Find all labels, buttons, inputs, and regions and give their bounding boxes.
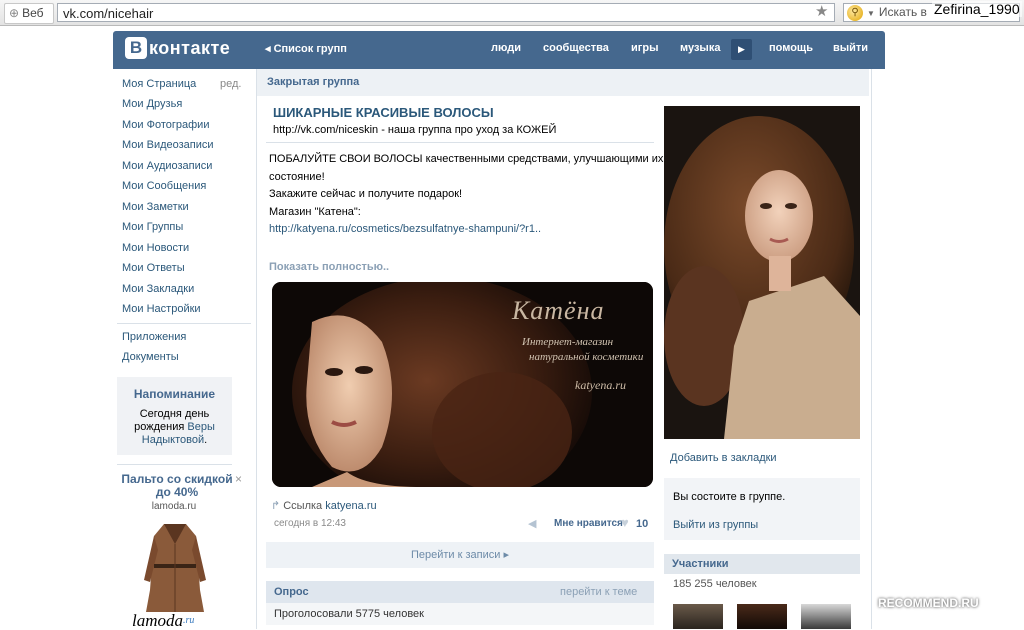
reminder-box: Напоминание Сегодня день рождения Веры Н… [117,377,232,455]
ad-brand-logo[interactable]: lamoda.ru [132,612,222,629]
chevron-right-icon: ▸ [503,549,509,561]
logo-mark: В [125,37,147,59]
participants-title[interactable]: Участники [672,558,729,570]
post-date[interactable]: сегодня в 12:43 [274,518,346,529]
post-text-line: Магазин "Катена": [269,206,361,218]
menu-videos[interactable]: Мои Видеозаписи [122,139,214,151]
banner-line: натуральной косметики [529,351,644,363]
menu-documents[interactable]: Документы [122,351,179,363]
ad-title[interactable]: Пальто со скидкой до 40% [117,473,237,499]
edit-link[interactable]: ред. [220,78,241,90]
goto-post-label: Перейти к записи [410,549,501,561]
link-arrow-icon: ↱ [271,500,281,512]
globe-icon: ⊕ [9,6,20,20]
reminder-prefix: Сегодня [139,408,185,420]
username-overlay: Zefirina_1990 [932,1,1022,17]
magnifier-icon: ⚲ [847,5,863,21]
reminder-suffix: . [204,434,208,446]
veb-tab-label: Веб [22,6,44,20]
play-icon[interactable]: ▶ [731,39,752,60]
nav-help[interactable]: помощь [769,42,813,54]
membership-status: Вы состоите в группе. [673,491,786,503]
ad-divider [117,464,232,465]
site-header: Вконтакте ◂ Список групп люди сообщества… [113,31,885,69]
group-list-label: Список групп [273,43,347,55]
group-list-link[interactable]: ◂ Список групп [265,42,347,55]
goto-post-button[interactable]: Перейти к записи ▸ [266,542,654,568]
menu-friends[interactable]: Мои Друзья [122,98,182,110]
chevron-left-icon: ◂ [265,43,274,55]
menu-messages[interactable]: Мои Сообщения [122,180,206,192]
banner-brand: Катёна [512,296,605,325]
like-button[interactable]: Мне нравится [554,518,623,529]
menu-news[interactable]: Мои Новости [122,242,189,254]
group-description: http://vk.com/niceskin - наша группа про… [273,124,557,136]
search-placeholder: Искать в [878,5,927,19]
nav-logout[interactable]: выйти [833,42,868,54]
address-bar[interactable]: vk.com/nicehair [57,3,835,22]
link-domain[interactable]: katyena.ru [325,500,376,512]
menu-divider [117,323,251,324]
ad-brand-name: lamoda [132,611,183,630]
menu-notes[interactable]: Мои Заметки [122,201,189,213]
menu-settings[interactable]: Мои Настройки [122,303,201,315]
menu-apps[interactable]: Приложения [122,331,186,343]
link-label: Ссылка [283,500,323,512]
logo-text: контакте [149,37,231,58]
attached-link[interactable]: ↱ Ссылка katyena.ru [271,499,377,512]
menu-groups[interactable]: Мои Группы [122,221,183,233]
member-thumbnail[interactable] [801,604,851,629]
poll-votes: Проголосовали 5775 человек [274,608,424,620]
banner-line: Интернет-магазин [522,336,614,348]
participants-count: 185 255 человек [673,578,757,590]
poll-title: Опрос [274,586,309,598]
poll-topic-link[interactable]: перейти к теме [560,586,637,598]
close-icon[interactable]: × [235,472,242,486]
nav-games[interactable]: игры [631,42,658,54]
member-thumbnail[interactable] [737,604,787,629]
menu-photos[interactable]: Мои Фотографии [122,119,209,131]
group-avatar[interactable] [664,106,860,439]
show-full-link[interactable]: Показать полностью.. [269,261,389,273]
closed-group-label: Закрытая группа [267,76,360,88]
post-text-line: Закажите сейчас и получите подарок! [269,188,463,200]
star-icon[interactable]: ★ [815,2,828,20]
nav-music[interactable]: музыка [680,42,720,54]
reminder-title: Напоминание [133,387,216,401]
member-thumbnail[interactable] [673,604,723,629]
chevron-down-icon[interactable]: ▼ [867,9,875,18]
post-link[interactable]: http://katyena.ru/cosmetics/bezsulfatnye… [269,223,541,235]
reminder-text: Сегодня день рождения Веры Надыктовой. [121,408,228,447]
megaphone-icon[interactable]: ◀ [528,517,536,530]
menu-answers[interactable]: Мои Ответы [122,262,185,274]
post-text-line: состояние! [269,171,325,183]
heart-icon[interactable]: ♥ [621,515,629,530]
vk-logo[interactable]: Вконтакте [125,37,230,59]
menu-bookmarks[interactable]: Мои Закладки [122,283,194,295]
menu-audio[interactable]: Мои Аудиозаписи [122,160,212,172]
veb-tab[interactable]: ⊕ Веб [4,3,54,24]
ad-domain: lamoda.ru [151,501,197,512]
post-text-line: ПОБАЛУЙТЕ СВОИ ВОЛОСЫ качественными сред… [269,153,664,165]
nav-people[interactable]: люди [491,42,521,54]
ad-brand-suffix: .ru [183,615,195,626]
nav-communities[interactable]: сообщества [543,42,609,54]
ad-coat-image[interactable] [140,520,210,618]
group-name: ШИКАРНЫЕ КРАСИВЫЕ ВОЛОСЫ [273,105,494,120]
watermark: RECOMMEND.RU [878,596,979,610]
add-bookmark-link[interactable]: Добавить в закладки [670,452,777,464]
menu-my-page[interactable]: Моя Страница [122,78,196,90]
like-count: 10 [636,518,649,530]
leave-group-link[interactable]: Выйти из группы [673,519,758,531]
banner-site: katyena.ru [575,378,626,392]
wall-divider [266,142,654,143]
